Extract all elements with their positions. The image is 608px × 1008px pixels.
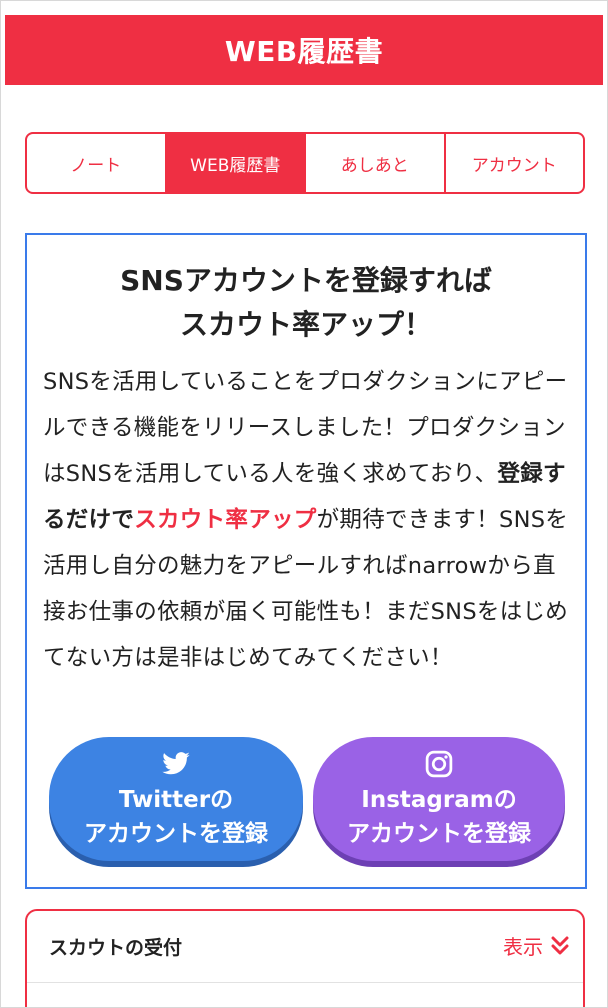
- scout-settings-card: スカウトの受付 表示: [25, 909, 585, 1007]
- tab-web-resume[interactable]: WEB履歴書: [164, 134, 304, 192]
- app-frame: WEB履歴書 ノート WEB履歴書 あしあと アカウント SNSアカウントを登録…: [0, 0, 608, 1008]
- promo-title-line1: SNSアカウントを登録すれば: [120, 264, 492, 297]
- tab-web-resume-label: WEB履歴書: [190, 155, 281, 176]
- tab-note[interactable]: ノート: [27, 134, 165, 192]
- tab-footprints[interactable]: あしあと: [304, 134, 444, 192]
- instagram-button-label-2: アカウントを登録: [347, 821, 531, 847]
- tab-bar: ノート WEB履歴書 あしあと アカウント: [25, 132, 585, 194]
- instagram-icon: [425, 750, 453, 778]
- tab-note-label: ノート: [70, 155, 122, 176]
- promo-body-highlight: スカウト率アップ: [134, 507, 317, 533]
- instagram-button-label-1: Instagramの: [361, 787, 517, 813]
- scout-row: スカウトの受付 表示: [27, 911, 583, 983]
- scout-toggle-label: 表示: [503, 935, 543, 959]
- register-twitter-button[interactable]: Twitterの アカウントを登録: [49, 737, 303, 861]
- tab-account-label: アカウント: [471, 155, 557, 176]
- scout-show-toggle[interactable]: 表示: [503, 931, 569, 960]
- chevron-double-down-icon: [551, 936, 569, 954]
- twitter-button-label-2: アカウントを登録: [84, 821, 268, 847]
- promo-title: SNSアカウントを登録すれば スカウト率アップ！: [27, 259, 585, 347]
- tab-footprints-label: あしあと: [340, 155, 409, 176]
- tab-account[interactable]: アカウント: [443, 134, 584, 192]
- app-header: WEB履歴書: [5, 15, 603, 85]
- sns-promo-card: SNSアカウントを登録すれば スカウト率アップ！ SNSを活用していることをプロ…: [25, 233, 587, 889]
- promo-body: SNSを活用していることをプロダクションにアピールできる機能をリリースしました！…: [43, 359, 571, 681]
- register-instagram-button[interactable]: Instagramの アカウントを登録: [313, 737, 565, 861]
- scout-title: スカウトの受付: [49, 937, 183, 959]
- twitter-icon: [162, 752, 190, 775]
- page-title: WEB履歴書: [224, 35, 384, 68]
- twitter-button-label-1: Twitterの: [118, 787, 234, 813]
- promo-body-text-1: SNSを活用していることをプロダクションにアピールできる機能をリリースしました！…: [43, 369, 568, 487]
- promo-title-line2: スカウト率アップ！: [179, 308, 432, 341]
